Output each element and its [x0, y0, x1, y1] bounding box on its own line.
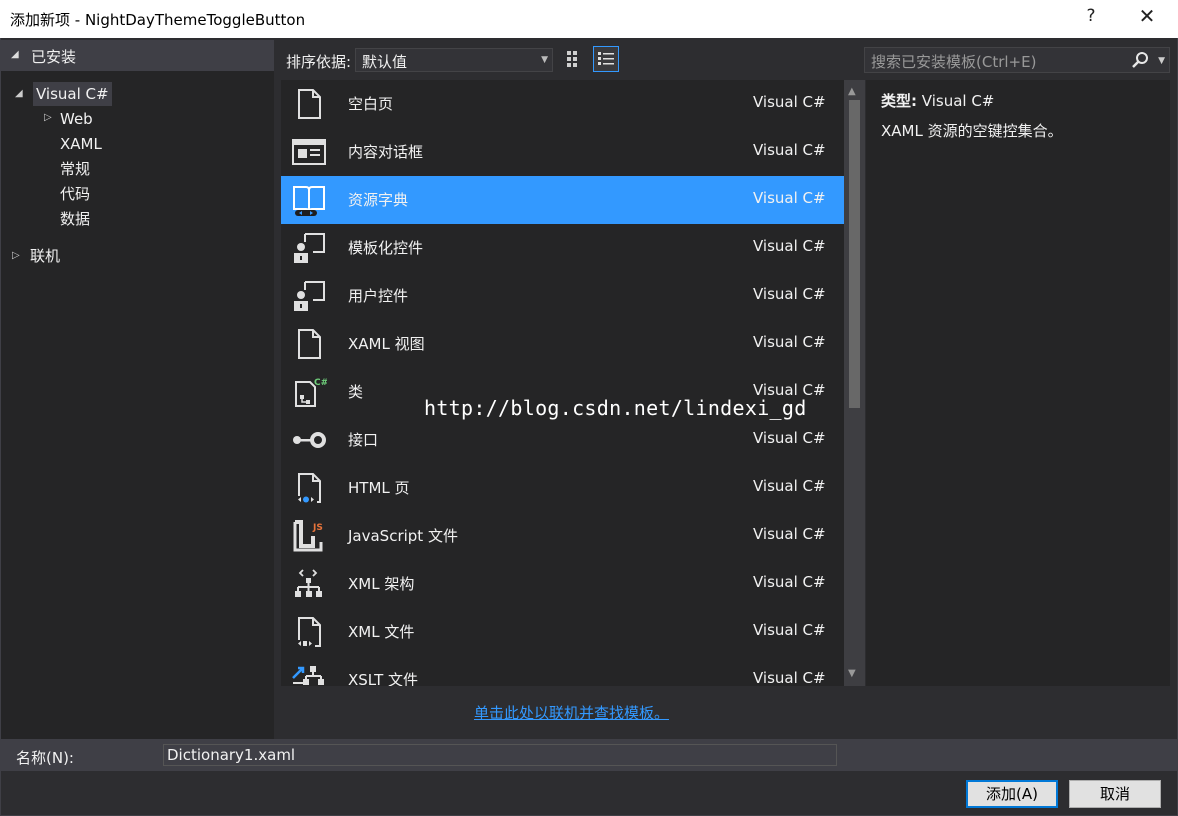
tree-item-data[interactable]: 数据	[60, 207, 90, 231]
xslt-file-icon	[292, 666, 324, 685]
close-button[interactable]: ✕	[1132, 4, 1162, 30]
template-language: Visual C#	[753, 93, 826, 111]
search-placeholder: 搜索已安装模板(Ctrl+E)	[871, 53, 1037, 71]
list-item[interactable]: HTML 页 Visual C#	[281, 464, 844, 512]
chevron-down-icon: ▼	[541, 55, 548, 65]
class-icon: C#	[295, 378, 327, 407]
find-templates-online-link[interactable]: 单击此处以联机并查找模板。	[474, 702, 669, 723]
template-name: 空白页	[348, 95, 394, 113]
add-button[interactable]: 添加(A)	[966, 780, 1058, 808]
list-item[interactable]: XSLT 文件 Visual C#	[281, 656, 844, 686]
template-name: XSLT 文件	[348, 671, 419, 686]
template-name: 用户控件	[348, 287, 409, 305]
xaml-view-icon	[298, 329, 321, 359]
name-input[interactable]	[163, 744, 837, 766]
help-button[interactable]: ?	[1076, 6, 1106, 32]
javascript-file-icon: JS	[293, 520, 323, 552]
vertical-scrollbar[interactable]: ▲ ▼	[844, 80, 865, 686]
scroll-up-icon[interactable]: ▲	[848, 86, 856, 97]
window-title: 添加新项 - NightDayThemeToggleButton	[10, 11, 306, 29]
search-icon[interactable]	[1131, 51, 1149, 69]
template-name: 接口	[348, 431, 379, 449]
type-label: 类型:	[881, 92, 917, 110]
template-language: Visual C#	[753, 621, 826, 639]
name-label: 名称(N):	[16, 749, 74, 767]
template-language: Visual C#	[753, 477, 826, 495]
template-language: Visual C#	[753, 573, 826, 591]
list-item[interactable]: XML 文件 Visual C#	[281, 608, 844, 656]
interface-icon	[293, 432, 326, 448]
template-description: XAML 资源的空键控集合。	[881, 122, 1063, 140]
list-item[interactable]: JS JavaScript 文件 Visual C#	[281, 512, 844, 560]
list-item[interactable]: 接口 Visual C#	[281, 416, 844, 464]
installed-label: 已安装	[31, 48, 77, 66]
tree-item-web[interactable]: Web	[60, 107, 93, 131]
list-item[interactable]: 模板化控件 Visual C#	[281, 224, 844, 272]
title-bar: 添加新项 - NightDayThemeToggleButton ? ✕	[0, 0, 1178, 38]
sort-label: 排序依据:	[286, 53, 352, 71]
list-view-icon	[598, 52, 614, 65]
blank-page-icon	[298, 89, 321, 119]
tree-item-xaml[interactable]: XAML	[60, 132, 102, 156]
template-language: Visual C#	[753, 525, 826, 543]
template-name: XML 文件	[348, 623, 415, 641]
template-name: 资源字典	[348, 191, 409, 209]
search-box[interactable]: 搜索已安装模板(Ctrl+E) ▼	[864, 47, 1170, 73]
template-language: Visual C#	[753, 669, 826, 686]
details-panel: 类型: Visual C# XAML 资源的空键控集合。	[866, 80, 1170, 686]
expanded-arrow-icon: ◢	[11, 49, 19, 60]
category-tree: ◢ Visual C# ▷ Web XAML 常规 代码 数据 ▷ 联机	[1, 71, 274, 739]
tree-item-visual-csharp[interactable]: Visual C#	[33, 82, 112, 106]
collapsed-arrow-icon[interactable]: ▷	[12, 250, 20, 261]
list-item[interactable]: 用户控件 Visual C#	[281, 272, 844, 320]
list-item[interactable]: XAML 视图 Visual C#	[281, 320, 844, 368]
tree-item-code[interactable]: 代码	[60, 182, 90, 206]
grid-view-icon	[567, 51, 577, 67]
template-language: Visual C#	[753, 189, 826, 207]
expanded-arrow-icon[interactable]: ◢	[15, 88, 23, 99]
template-name: JavaScript 文件	[348, 527, 458, 545]
template-type: 类型: Visual C#	[881, 90, 994, 111]
template-name: 模板化控件	[348, 239, 424, 257]
list-item[interactable]: 空白页 Visual C#	[281, 80, 844, 128]
small-icons-view-button[interactable]	[593, 46, 619, 72]
tree-item-general[interactable]: 常规	[60, 157, 90, 181]
html-page-icon	[295, 473, 321, 503]
installed-header[interactable]: ◢ 已安装	[1, 40, 274, 71]
user-control-icon	[294, 281, 325, 311]
template-name: 类	[348, 383, 364, 401]
medium-icons-view-button[interactable]	[561, 46, 587, 72]
type-value: Visual C#	[921, 92, 995, 110]
chevron-down-icon[interactable]: ▼	[1158, 56, 1165, 66]
resource-dictionary-icon	[293, 186, 325, 216]
template-language: Visual C#	[753, 141, 826, 159]
list-item[interactable]: XML 架构 Visual C#	[281, 560, 844, 608]
cancel-button[interactable]: 取消	[1069, 780, 1161, 808]
tree-item-online[interactable]: 联机	[30, 244, 60, 268]
list-item[interactable]: 内容对话框 Visual C#	[281, 128, 844, 176]
templated-control-icon	[294, 233, 325, 263]
scrollbar-thumb[interactable]	[849, 100, 860, 408]
template-name: XAML 视图	[348, 335, 425, 353]
list-item[interactable]: 资源字典 Visual C#	[281, 176, 844, 224]
collapsed-arrow-icon[interactable]: ▷	[44, 112, 52, 123]
sort-dropdown[interactable]: 默认值 ▼	[355, 48, 553, 72]
template-language: Visual C#	[753, 237, 826, 255]
svg-text:C#: C#	[314, 378, 327, 388]
template-name: HTML 页	[348, 479, 410, 497]
watermark-text: http://blog.csdn.net/lindexi_gd	[424, 396, 807, 420]
template-name: 内容对话框	[348, 143, 424, 161]
sort-value: 默认值	[362, 53, 408, 71]
xml-schema-icon	[295, 569, 322, 597]
content-dialog-icon	[292, 139, 326, 165]
template-language: Visual C#	[753, 333, 826, 351]
scroll-down-icon[interactable]: ▼	[848, 668, 856, 679]
template-list: 空白页 Visual C# 内容对话框 Visual C# 资源字典 Visua…	[281, 80, 865, 686]
template-language: Visual C#	[753, 285, 826, 303]
xml-file-icon	[295, 617, 321, 647]
template-language: Visual C#	[753, 429, 826, 447]
svg-text:JS: JS	[312, 523, 323, 533]
template-name: XML 架构	[348, 575, 415, 593]
